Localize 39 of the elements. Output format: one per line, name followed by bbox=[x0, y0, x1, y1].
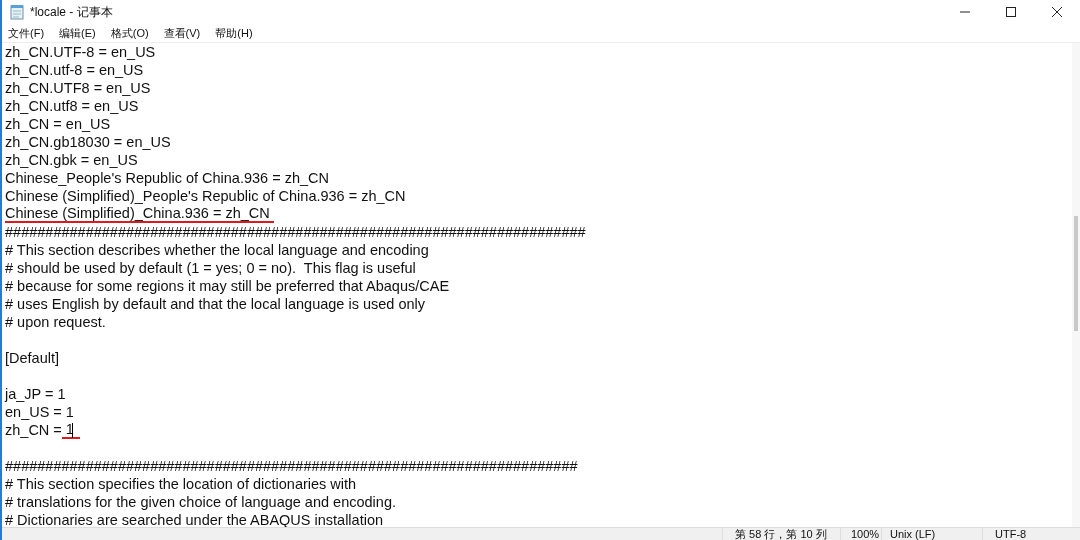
text-line: # This section specifies the location of dictionaries with bbox=[5, 475, 357, 493]
text-line: # uses English by default and that the local language is used only bbox=[5, 295, 425, 313]
menu-item[interactable]: 查看(V) bbox=[163, 25, 201, 41]
text-line: zh_CN.gb18030 = en_US bbox=[5, 133, 171, 151]
close-icon bbox=[1051, 6, 1063, 18]
maximize-icon bbox=[1005, 6, 1017, 18]
scrollbar-thumb[interactable] bbox=[1074, 216, 1078, 331]
notepad-icon bbox=[10, 4, 24, 20]
text-line: Chinese (Simplified)_People's Republic of China.936 = zh_CN bbox=[5, 187, 406, 205]
line-ending: Unix (LF) bbox=[881, 528, 982, 540]
text-line: en_US = 1 bbox=[5, 403, 74, 421]
window-title: *locale - 记事本 bbox=[30, 3, 113, 21]
menu-item[interactable]: 编辑(E) bbox=[59, 25, 96, 41]
menu-item[interactable]: 格式(O) bbox=[110, 25, 149, 41]
text-line: # because for some regions it may still be preferred that Abaqus/CAE bbox=[5, 277, 450, 295]
text-line: zh_CN = bbox=[5, 421, 62, 439]
text-line: # This section describes whether the local language and encoding bbox=[5, 241, 429, 259]
text-line: [Default] bbox=[5, 349, 59, 367]
text-line: # upon request. bbox=[5, 313, 106, 331]
text-line: zh_CN.gbk = en_US bbox=[5, 151, 138, 169]
text-line: ####################################################################### bbox=[5, 457, 578, 475]
encoding: UTF-8 bbox=[982, 528, 1080, 540]
text-line: zh_CN.utf-8 = en_US bbox=[5, 61, 144, 79]
cursor-position: 第 58 行，第 10 列 bbox=[722, 528, 840, 540]
zoom-level: 100% bbox=[840, 528, 881, 540]
text-line: # Dictionaries are searched under the ABAQUS installation bbox=[5, 511, 383, 527]
menu-item[interactable]: 文件(F) bbox=[8, 25, 45, 41]
menu-item[interactable]: 帮助(H) bbox=[215, 25, 253, 41]
text-line: Chinese_People's Republic of China.936 = zh_CN bbox=[5, 169, 329, 187]
text-line: ja_JP = 1 bbox=[5, 385, 66, 403]
text-line: # translations for the given choice of language and encoding. bbox=[5, 493, 396, 511]
text-line: zh_CN.UTF-8 = en_US bbox=[5, 43, 156, 61]
text-line: zh_CN.utf8 = en_US bbox=[5, 97, 139, 115]
text-line: zh_CN = en_US bbox=[5, 115, 111, 133]
text-line: zh_CN.UTF8 = en_US bbox=[5, 79, 151, 97]
text-line: ######################################################################## bbox=[5, 223, 586, 241]
underlined-text-line: Chinese (Simplified)_China.936 = zh_CN bbox=[5, 205, 274, 223]
text-line: # should be used by default (1 = yes; 0 = no). This flag is useful bbox=[5, 259, 416, 277]
scrollbar[interactable] bbox=[1072, 43, 1080, 527]
